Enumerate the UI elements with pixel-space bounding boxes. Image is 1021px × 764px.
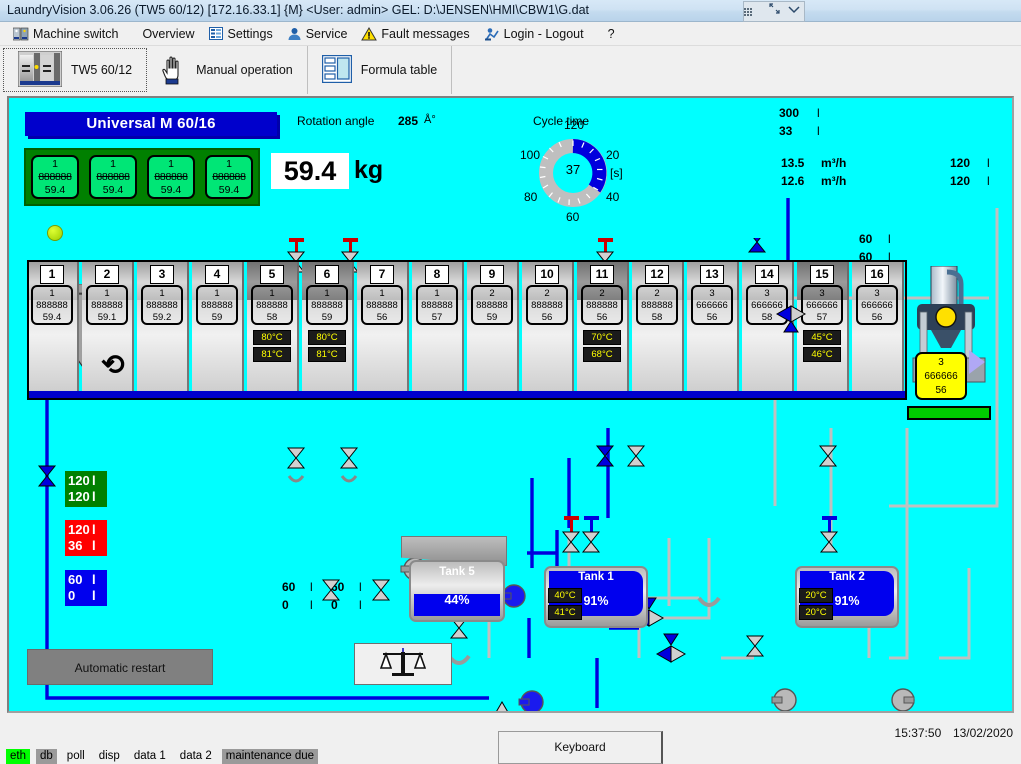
window-caption-buttons[interactable] bbox=[743, 1, 805, 22]
menu-item-help[interactable]: ? bbox=[601, 26, 622, 42]
menu-item-label: Service bbox=[305, 26, 348, 41]
warning-icon bbox=[361, 26, 378, 41]
tab-formula-table[interactable]: Formula table bbox=[307, 46, 453, 94]
toolbar: TW5 60/12 Manual operation Formula table bbox=[0, 46, 1021, 94]
tab-label: Formula table bbox=[360, 63, 438, 77]
menu-item-login-logout[interactable]: Login - Logout bbox=[477, 26, 591, 42]
tab-manual-operation[interactable]: Manual operation bbox=[147, 46, 308, 94]
service-person-icon bbox=[287, 27, 302, 41]
status-bar: eth db poll disp data 1 data 2 maintenance due bbox=[0, 748, 1021, 764]
tank-5-level: 44% bbox=[444, 593, 470, 607]
menu-item-label: Login - Logout bbox=[503, 26, 584, 41]
tank-1-temps: 40°C 41°C bbox=[548, 588, 582, 622]
clock-date: 13/02/2020 bbox=[952, 726, 1013, 740]
menu-item-fault-messages[interactable]: Fault messages bbox=[354, 26, 476, 42]
tank-2-temp-2: 20°C bbox=[799, 605, 833, 620]
mimic-panel: Universal M 60/16 1 888888 59.4 1 888888… bbox=[7, 96, 1014, 713]
tank-1[interactable]: Tank 1 91% 40°C 41°C bbox=[544, 566, 648, 628]
status-item-maintenance-due[interactable]: maintenance due bbox=[221, 748, 319, 764]
restore-icon[interactable] bbox=[764, 3, 784, 20]
status-item-db[interactable]: db bbox=[36, 748, 57, 764]
menu-bar: Machine switch Overview Settings Service… bbox=[0, 22, 1021, 46]
grid-icon[interactable] bbox=[744, 7, 764, 16]
scale-button[interactable] bbox=[354, 643, 452, 685]
menu-item-machine-switch[interactable]: Machine switch bbox=[6, 26, 125, 42]
tank-2-temps: 20°C 20°C bbox=[799, 588, 833, 622]
scale-icon bbox=[379, 646, 427, 683]
machine-thumbnail-icon bbox=[17, 50, 63, 90]
tab-machine-tw5[interactable]: TW5 60/12 bbox=[3, 48, 148, 92]
menu-item-settings[interactable]: Settings bbox=[202, 26, 280, 42]
tank-2[interactable]: Tank 2 91% 20°C 20°C bbox=[795, 566, 899, 628]
tank-5[interactable]: Tank 5 44% bbox=[401, 536, 507, 622]
tank-2-temp-1: 20°C bbox=[799, 588, 833, 603]
tank-5-name: Tank 5 bbox=[439, 566, 475, 578]
status-item-data-2[interactable]: data 2 bbox=[176, 749, 216, 764]
title-bar: LaundryVision 3.06.26 (TW5 60/12) [172.1… bbox=[0, 0, 1021, 22]
status-item-eth[interactable]: eth bbox=[6, 748, 30, 764]
login-icon bbox=[484, 27, 500, 41]
tab-label: TW5 60/12 bbox=[71, 63, 133, 77]
window-title: LaundryVision 3.06.26 (TW5 60/12) [172.1… bbox=[7, 3, 589, 17]
clock-time: 15:37:50 bbox=[894, 726, 942, 740]
table-icon bbox=[321, 54, 352, 86]
settings-icon bbox=[208, 27, 224, 40]
tank-1-name: Tank 1 bbox=[578, 571, 614, 583]
chevron-down-icon[interactable] bbox=[784, 3, 804, 20]
menu-item-label: Settings bbox=[227, 26, 273, 41]
status-item-disp[interactable]: disp bbox=[95, 749, 124, 764]
clock: 15:37:50 13/02/2020 bbox=[895, 726, 1013, 740]
status-item-poll[interactable]: poll bbox=[63, 749, 89, 764]
application-window: LaundryVision 3.06.26 (TW5 60/12) [172.1… bbox=[0, 0, 1021, 764]
menu-item-label: Fault messages bbox=[381, 26, 470, 41]
hand-icon bbox=[161, 53, 187, 88]
status-item-data-1[interactable]: data 1 bbox=[130, 749, 170, 764]
tank-1-temp-2: 41°C bbox=[548, 605, 582, 620]
menu-item-overview[interactable]: Overview bbox=[135, 26, 201, 42]
menu-item-label: Machine switch bbox=[33, 26, 119, 41]
automatic-restart-button[interactable]: Automatic restart bbox=[27, 649, 213, 685]
menu-item-label: ? bbox=[607, 26, 615, 41]
tank-2-name: Tank 2 bbox=[829, 571, 865, 583]
menu-item-label: Overview bbox=[142, 26, 195, 41]
tank-1-temp-1: 40°C bbox=[548, 588, 582, 603]
menu-item-service[interactable]: Service bbox=[280, 26, 355, 42]
machine-icon bbox=[13, 27, 29, 41]
tab-label: Manual operation bbox=[196, 63, 293, 77]
